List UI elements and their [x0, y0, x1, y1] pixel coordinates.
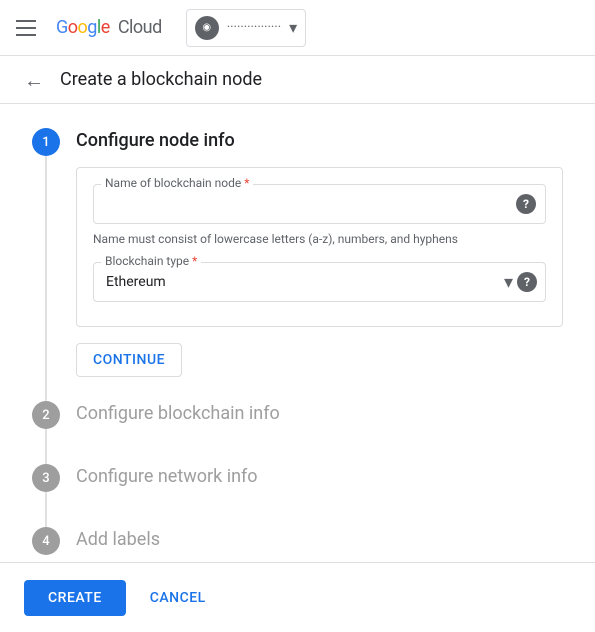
step-1-left: 1: [32, 128, 60, 401]
step-2: 2 Configure blockchain info: [32, 401, 563, 464]
step-1-number: 1: [32, 128, 60, 156]
chevron-down-icon: ▾: [289, 18, 297, 37]
step-4-content: Add labels: [76, 527, 563, 562]
step-2-number: 2: [32, 401, 60, 429]
blockchain-type-help-icon[interactable]: ?: [517, 272, 537, 292]
step-2-content: Configure blockchain info: [76, 401, 563, 464]
project-name: ················: [227, 20, 281, 35]
project-avatar: ◉: [195, 16, 219, 40]
project-selector[interactable]: ◉ ················ ▾: [186, 9, 306, 47]
step-3-left: 3: [32, 464, 60, 527]
step-2-left: 2: [32, 401, 60, 464]
step-1-content: Configure node info Name of blockchain n…: [76, 128, 563, 401]
step-4-number: 4: [32, 527, 60, 555]
node-name-help-icon[interactable]: ?: [516, 194, 536, 214]
node-name-input[interactable]: [93, 184, 546, 224]
step-3-number: 3: [32, 464, 60, 492]
step-3: 3 Configure network info: [32, 464, 563, 527]
page-title: Create a blockchain node: [60, 69, 262, 90]
hamburger-menu-icon[interactable]: [16, 16, 40, 40]
blockchain-type-wrapper: Blockchain type * Ethereum ▾ ?: [93, 262, 546, 302]
node-name-label: Name of blockchain node *: [101, 176, 253, 190]
create-button[interactable]: CREATE: [24, 580, 126, 616]
top-nav: Google Cloud ◉ ················ ▾: [0, 0, 595, 56]
blockchain-type-select[interactable]: Ethereum ▾ ?: [93, 262, 546, 302]
step-4-title: Add labels: [76, 529, 563, 550]
google-cloud-logo: Google Cloud: [56, 17, 162, 38]
page-header: ← Create a blockchain node: [0, 56, 595, 104]
cancel-button[interactable]: CANCEL: [142, 580, 214, 616]
step-4-left: 4: [32, 527, 60, 562]
step-1-title: Configure node info: [76, 130, 563, 151]
step-3-line: [45, 492, 47, 527]
continue-button[interactable]: CONTINUE: [76, 343, 182, 377]
main-content: 1 Configure node info Name of blockchain…: [0, 104, 595, 562]
bottom-bar: CREATE CANCEL: [0, 562, 595, 632]
select-arrow-icon: ▾: [504, 272, 513, 293]
required-asterisk: *: [244, 176, 249, 190]
blockchain-type-label: Blockchain type *: [101, 254, 201, 268]
step-1-form: Name of blockchain node * ? Name must co…: [76, 167, 563, 327]
step-3-content: Configure network info: [76, 464, 563, 527]
step-1: 1 Configure node info Name of blockchain…: [32, 128, 563, 401]
step-3-title: Configure network info: [76, 466, 563, 487]
back-button[interactable]: ←: [24, 70, 44, 90]
step-2-title: Configure blockchain info: [76, 403, 563, 424]
node-name-hint: Name must consist of lowercase letters (…: [93, 232, 546, 246]
step-4: 4 Add labels: [32, 527, 563, 562]
step-2-line: [45, 429, 47, 464]
node-name-wrapper: Name of blockchain node * ?: [93, 184, 546, 224]
step-1-line: [45, 156, 47, 401]
